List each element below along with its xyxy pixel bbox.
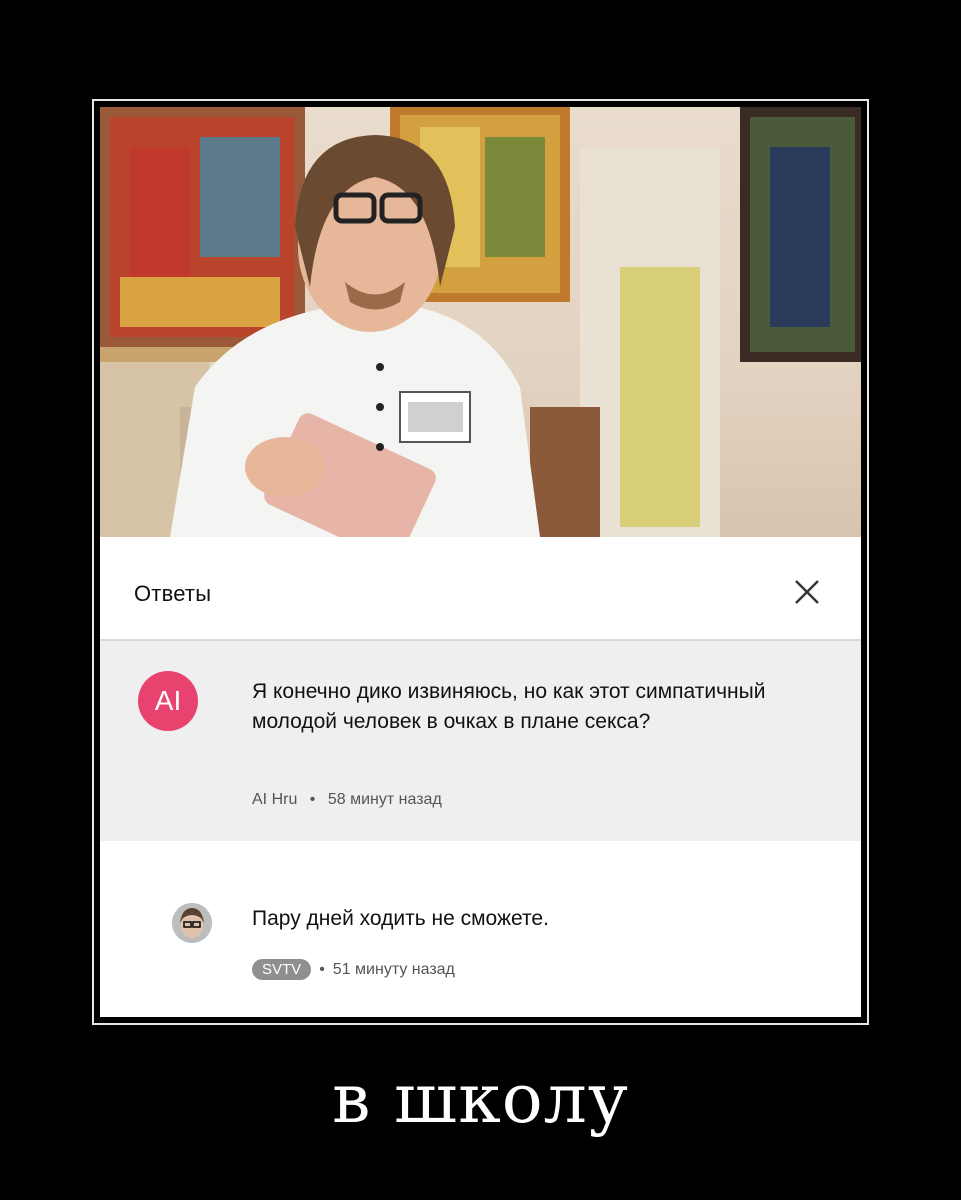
close-icon[interactable] xyxy=(790,575,824,609)
reply-comment: Пару дней ходить не сможете. SVTV • 51 м… xyxy=(100,841,861,1017)
meta-separator: • xyxy=(319,960,325,978)
author-badge[interactable]: SVTV xyxy=(252,959,312,980)
parent-comment: AI Я конечно дико извиняюсь, но как этот… xyxy=(100,641,861,841)
comment-author[interactable]: AI Hru xyxy=(252,791,297,808)
meta-separator: • xyxy=(309,791,316,808)
avatar-icon[interactable] xyxy=(172,903,212,943)
replies-title: Ответы xyxy=(134,581,212,606)
reply-text: Пару дней ходить не сможете. xyxy=(252,907,549,930)
screenshot-area: Ответы AI Я конечно дико извиняюсь, но к… xyxy=(100,107,861,1017)
replies-header: Ответы xyxy=(100,537,861,641)
demotivator-frame: Ответы AI Я конечно дико извиняюсь, но к… xyxy=(92,99,869,1025)
avatar[interactable]: AI xyxy=(138,671,198,731)
reply-time: 51 минуту назад xyxy=(332,960,455,978)
demotivator-caption: в школу xyxy=(332,1060,629,1139)
reply-meta: SVTV • 51 минуту назад xyxy=(252,959,455,980)
comment-text: Я конечно дико извиняюсь, но как этот си… xyxy=(252,680,766,733)
video-frame xyxy=(100,107,861,537)
comment-time: 58 минут назад xyxy=(327,791,442,808)
comment-meta: AI Hru • 58 минут назад xyxy=(252,791,442,809)
